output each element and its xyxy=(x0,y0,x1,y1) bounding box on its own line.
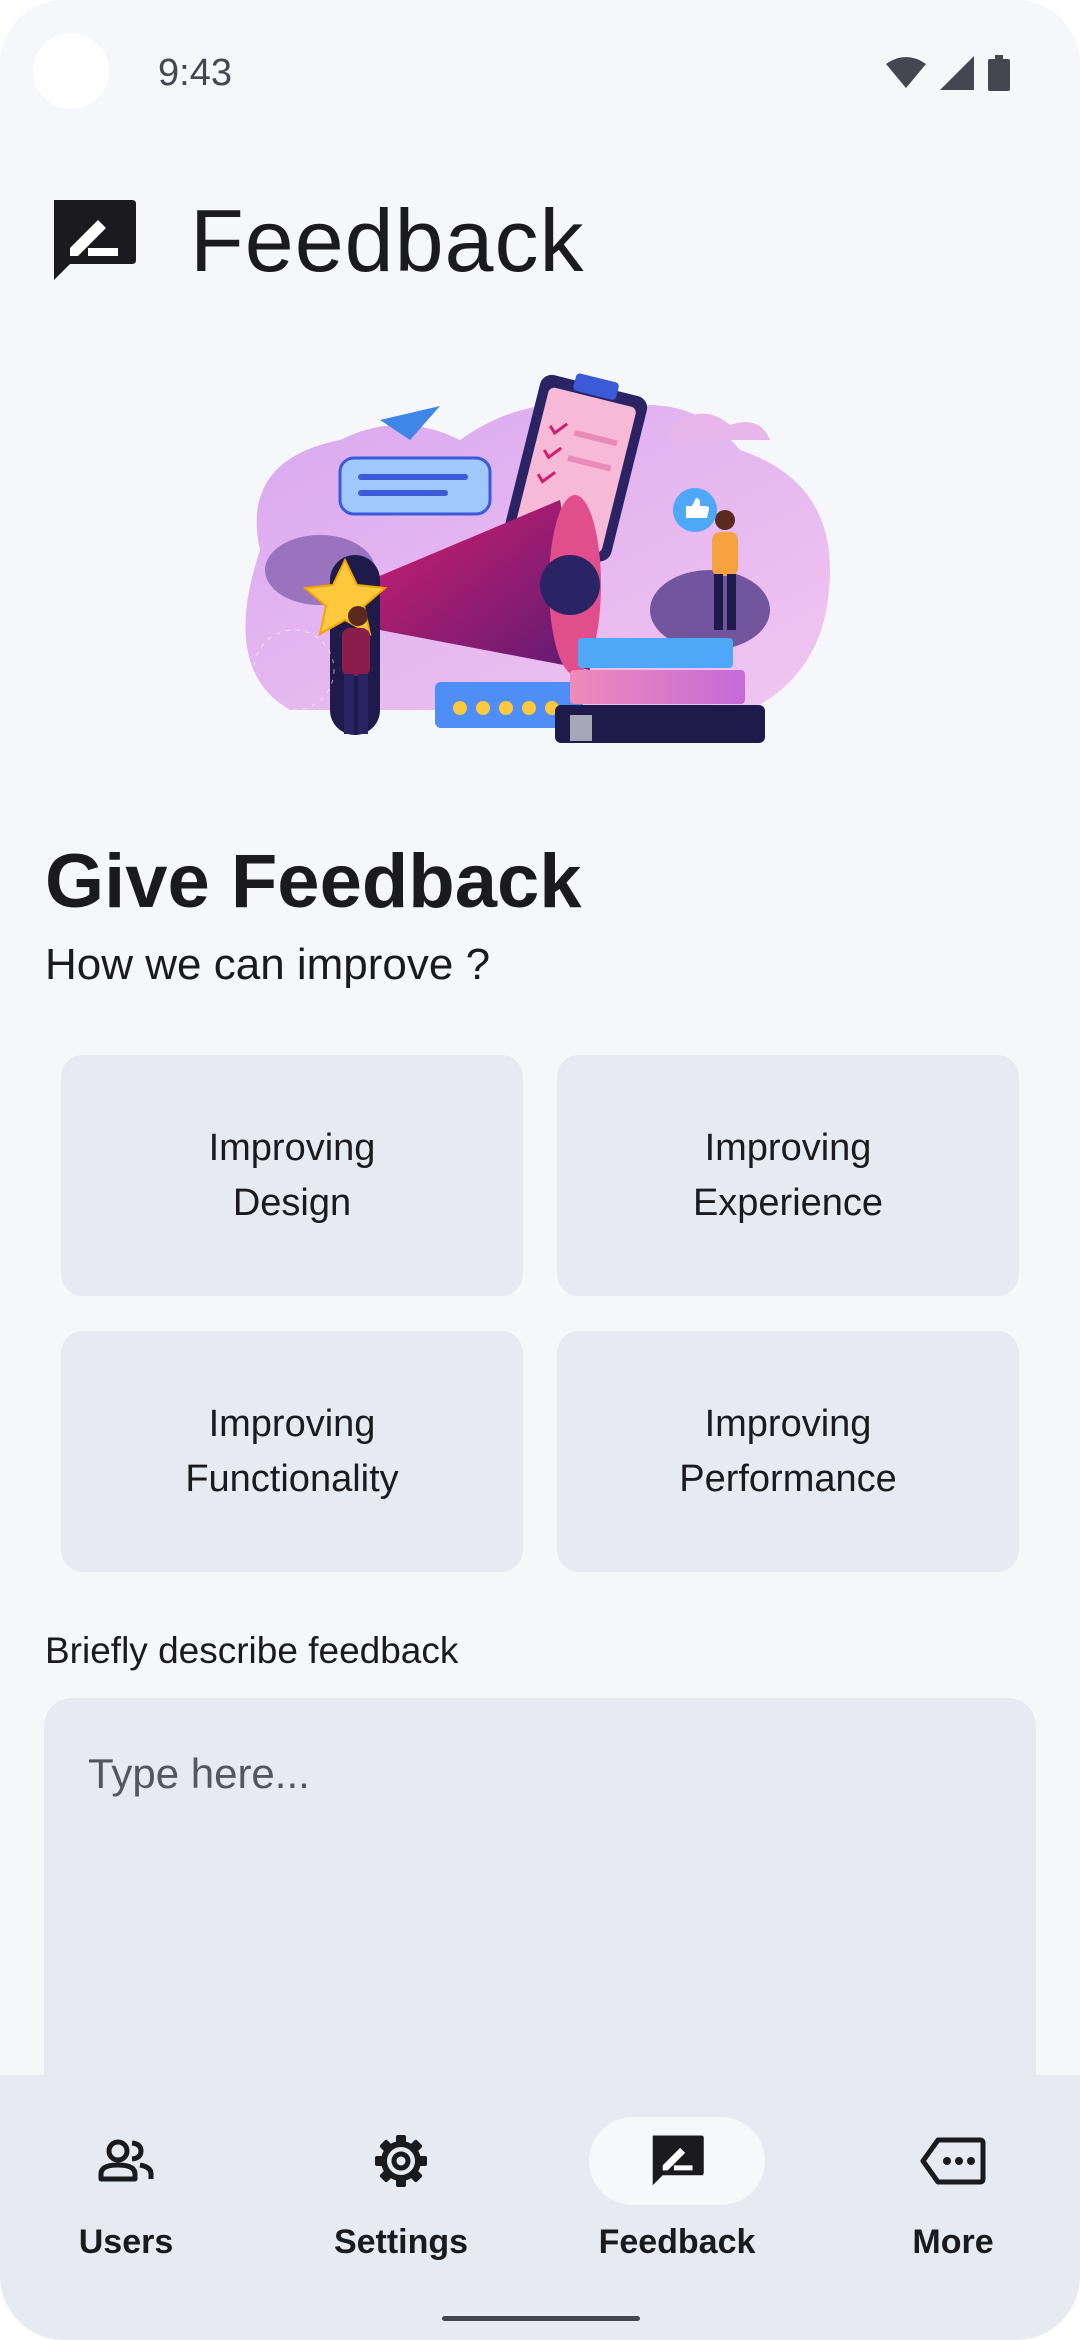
signal-icon xyxy=(940,56,974,90)
status-time: 9:43 xyxy=(158,52,232,94)
gear-icon xyxy=(375,2135,427,2187)
option-improving-performance[interactable]: Improving Performance xyxy=(557,1331,1019,1572)
textarea-placeholder: Type here... xyxy=(88,1750,310,1797)
option-improving-functionality[interactable]: Improving Functionality xyxy=(61,1331,523,1572)
nav-item-settings[interactable]: Settings xyxy=(301,2117,501,2262)
status-bar: 9:43 xyxy=(0,0,1080,150)
nav-label-more: More xyxy=(912,2223,994,2261)
feedback-category-grid: Improving Design Improving Experience Im… xyxy=(61,1055,1019,1572)
nav-pill xyxy=(313,2117,489,2205)
section-title: Give Feedback xyxy=(45,839,582,924)
more-tag-icon xyxy=(920,2137,986,2185)
nav-label-feedback: Feedback xyxy=(598,2223,756,2261)
camera-cutout xyxy=(33,33,109,109)
bottom-navigation: Users Settings Feedback More xyxy=(0,2075,1080,2340)
nav-label-settings: Settings xyxy=(333,2223,469,2261)
battery-icon xyxy=(988,55,1010,91)
feedback-illustration xyxy=(245,373,831,743)
status-icons xyxy=(886,55,1010,91)
nav-item-users[interactable]: Users xyxy=(26,2117,226,2262)
nav-item-more[interactable]: More xyxy=(853,2117,1053,2262)
option-improving-experience[interactable]: Improving Experience xyxy=(557,1055,1019,1296)
page-title: Feedback xyxy=(190,191,585,290)
feedback-icon xyxy=(54,200,136,280)
app-screen: 9:43 Feedback Give Feedback How we can i… xyxy=(0,0,1080,2340)
nav-pill-active xyxy=(589,2117,765,2205)
nav-item-feedback[interactable]: Feedback xyxy=(577,2117,777,2262)
app-header: Feedback xyxy=(48,190,584,292)
feedback-icon xyxy=(652,2135,704,2186)
wifi-icon xyxy=(886,57,926,88)
users-icon xyxy=(98,2139,154,2182)
nav-label-users: Users xyxy=(78,2223,174,2261)
nav-pill xyxy=(38,2117,214,2205)
section-subtitle: How we can improve ? xyxy=(45,940,491,989)
nav-pill xyxy=(865,2117,1041,2205)
feedback-field-label: Briefly describe feedback xyxy=(45,1630,459,1671)
home-indicator[interactable] xyxy=(442,2316,640,2321)
option-improving-design[interactable]: Improving Design xyxy=(61,1055,523,1296)
